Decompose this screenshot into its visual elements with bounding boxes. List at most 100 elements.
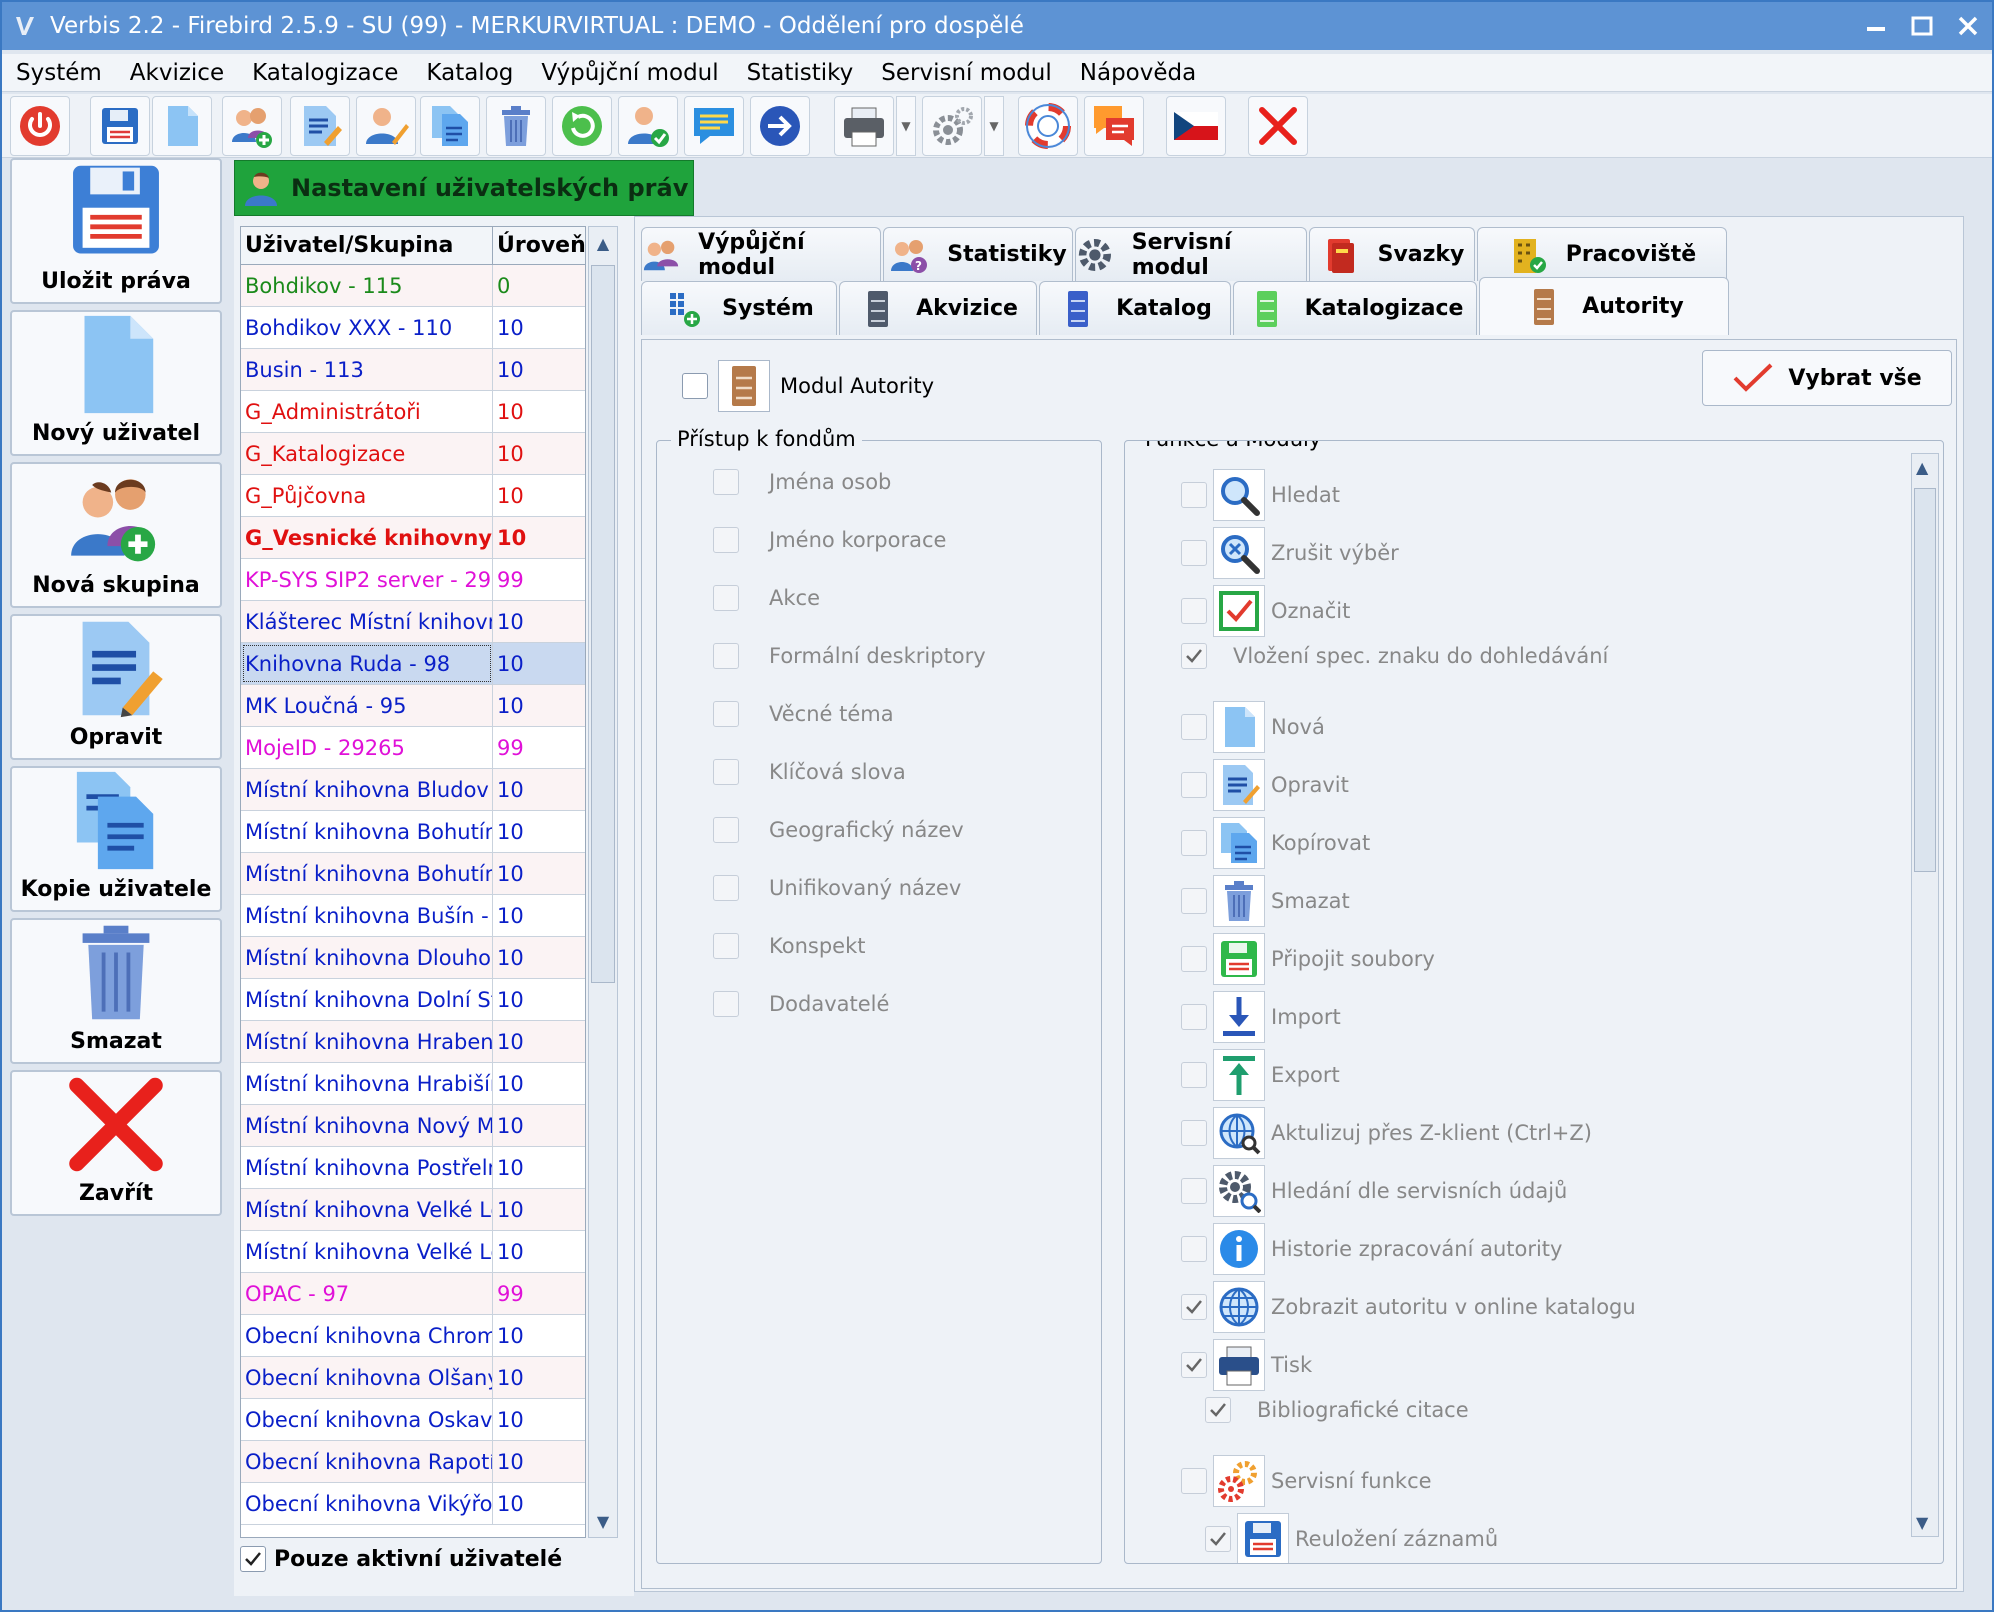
function-checkbox[interactable] (1181, 1352, 1207, 1378)
function-item[interactable]: Import (1181, 991, 1341, 1043)
active-users-checkbox[interactable] (240, 1546, 266, 1572)
fund-checkbox[interactable] (713, 817, 739, 843)
table-row[interactable]: MK Loučná - 95 10 (241, 685, 585, 727)
fund-checkbox[interactable] (713, 585, 739, 611)
function-checkbox[interactable] (1181, 598, 1207, 624)
table-row[interactable]: Obecní knihovna Chromeč10 (241, 1315, 585, 1357)
fund-item[interactable]: Formální deskriptory (713, 643, 986, 669)
function-checkbox[interactable] (1181, 714, 1207, 740)
function-item[interactable]: Aktulizuj přes Z-klient (Ctrl+Z) (1181, 1107, 1592, 1159)
fund-item[interactable]: Klíčová slova (713, 759, 906, 785)
scroll-thumb[interactable] (1914, 488, 1936, 872)
toolbar-message-button[interactable] (684, 96, 744, 156)
save-rights-button[interactable]: Uložit práva (10, 158, 222, 304)
scroll-up-arrow-icon[interactable]: ▲ (1916, 458, 1928, 477)
toolbar-next-button[interactable] (750, 96, 810, 156)
table-row[interactable]: Místní knihovna Dlouhomil10 (241, 937, 585, 979)
table-row[interactable]: MojeID - 29265 99 (241, 727, 585, 769)
maximize-button[interactable] (1906, 10, 1938, 42)
table-row[interactable]: Busin - 113 10 (241, 349, 585, 391)
tab-svazky[interactable]: Svazky (1309, 227, 1475, 281)
table-row[interactable]: OPAC - 97 99 (241, 1273, 585, 1315)
toolbar-new-button[interactable] (152, 96, 212, 156)
table-row[interactable]: G_Vesnické knihovny 10 (241, 517, 585, 559)
function-item[interactable]: Zobrazit autoritu v online katalogu (1181, 1281, 1636, 1333)
toolbar-close-button[interactable] (1248, 96, 1308, 156)
table-row[interactable]: Místní knihovna Bohutín -10 (241, 853, 585, 895)
tab-vypujcni-modul[interactable]: Výpůjční modul (641, 227, 881, 281)
function-checkbox[interactable] (1181, 1236, 1207, 1262)
table-row[interactable]: Obecní knihovna Olšany -10 (241, 1357, 585, 1399)
fund-checkbox[interactable] (713, 875, 739, 901)
function-item[interactable]: Export (1181, 1049, 1340, 1101)
edit-button[interactable]: Opravit (10, 614, 222, 760)
function-checkbox[interactable] (1205, 1397, 1231, 1423)
function-item[interactable]: Zrušit výběr (1181, 527, 1399, 579)
table-row[interactable]: Klášterec Místní knihovna 10 (241, 601, 585, 643)
scroll-thumb[interactable] (591, 265, 615, 983)
module-autority-checkbox[interactable] (682, 373, 708, 399)
table-row[interactable]: Místní knihovna Postřelmc 10 (241, 1147, 585, 1189)
column-header-level[interactable]: Úroveň (493, 227, 585, 264)
fund-checkbox[interactable] (713, 991, 739, 1017)
function-item[interactable]: Smazat (1181, 875, 1350, 927)
table-row[interactable]: Obecní knihovna Oskava 10 (241, 1399, 585, 1441)
function-item[interactable]: Historie zpracování autority (1181, 1223, 1562, 1275)
function-checkbox[interactable] (1181, 772, 1207, 798)
delete-button[interactable]: Smazat (10, 918, 222, 1064)
column-header-user[interactable]: Uživatel/Skupina (241, 227, 493, 264)
function-item[interactable]: Opravit (1181, 759, 1349, 811)
fund-item[interactable]: Geografický název (713, 817, 964, 843)
fund-item[interactable]: Jméno korporace (713, 527, 946, 553)
function-checkbox[interactable] (1181, 540, 1207, 566)
toolbar-add-group-button[interactable] (222, 96, 282, 156)
menu-akvizice[interactable]: Akvizice (116, 60, 238, 86)
fund-checkbox[interactable] (713, 527, 739, 553)
toolbar-chat-button[interactable] (1084, 96, 1144, 156)
menu-statistiky[interactable]: Statistiky (733, 60, 868, 86)
language-button[interactable] (1166, 96, 1226, 156)
tab-katalogizace[interactable]: Katalogizace (1233, 281, 1477, 335)
table-row[interactable]: Místní knihovna Nový Mali 10 (241, 1105, 585, 1147)
active-users-only[interactable]: Pouze aktivní uživatelé (240, 1546, 562, 1572)
menu-katalogizace[interactable]: Katalogizace (238, 60, 412, 86)
toolbar-edit-user-button[interactable] (356, 96, 416, 156)
function-item[interactable]: Připojit soubory (1181, 933, 1435, 985)
table-row[interactable]: G_Administrátoři 10 (241, 391, 585, 433)
power-button[interactable] (10, 96, 70, 156)
menu-servisni-modul[interactable]: Servisní modul (867, 60, 1066, 86)
functions-scrollbar[interactable]: ▲ ▼ (1911, 453, 1939, 1537)
tab-system[interactable]: Systém (641, 281, 837, 335)
tab-servisni-modul[interactable]: Servisní modul (1075, 227, 1307, 281)
scroll-up-arrow-icon[interactable]: ▲ (593, 233, 613, 253)
function-checkbox[interactable] (1181, 1468, 1207, 1494)
menu-napoveda[interactable]: Nápověda (1066, 60, 1210, 86)
select-all-button[interactable]: Vybrat vše (1702, 350, 1952, 406)
new-group-button[interactable]: Nová skupina (10, 462, 222, 608)
table-row[interactable]: Místní knihovna Velké Losi 10 (241, 1231, 585, 1273)
toolbar-print-button[interactable] (834, 96, 894, 156)
menu-katalog[interactable]: Katalog (412, 60, 527, 86)
table-row[interactable]: Místní knihovna Velké Losi 10 (241, 1189, 585, 1231)
function-checkbox[interactable] (1181, 1178, 1207, 1204)
function-item[interactable]: Tisk (1181, 1339, 1312, 1391)
function-item[interactable]: Bibliografické citace (1205, 1397, 1469, 1423)
table-row[interactable]: Místní knihovna Hrabišín -10 (241, 1063, 585, 1105)
toolbar-settings-button[interactable] (922, 96, 982, 156)
close-window-button[interactable] (1952, 10, 1984, 42)
function-item[interactable]: Hledání dle servisních údajů (1181, 1165, 1567, 1217)
fund-item[interactable]: Konspekt (713, 933, 865, 959)
function-checkbox[interactable] (1181, 830, 1207, 856)
fund-item[interactable]: Akce (713, 585, 820, 611)
function-item[interactable]: Nová (1181, 701, 1325, 753)
new-user-button[interactable]: Nový uživatel (10, 310, 222, 456)
table-row[interactable]: Bohdikov XXX - 110 10 (241, 307, 585, 349)
menu-system[interactable]: Systém (2, 60, 116, 86)
tab-autority[interactable]: Autority (1479, 277, 1729, 335)
table-row[interactable]: Knihovna Ruda - 98 10 (241, 643, 585, 685)
function-checkbox[interactable] (1181, 888, 1207, 914)
table-row[interactable]: KP-SYS SIP2 server - 292 99 (241, 559, 585, 601)
fund-item[interactable]: Věcné téma (713, 701, 894, 727)
table-row[interactable]: Místní knihovna Dolní Stuc10 (241, 979, 585, 1021)
copy-user-button[interactable]: Kopie uživatele (10, 766, 222, 912)
